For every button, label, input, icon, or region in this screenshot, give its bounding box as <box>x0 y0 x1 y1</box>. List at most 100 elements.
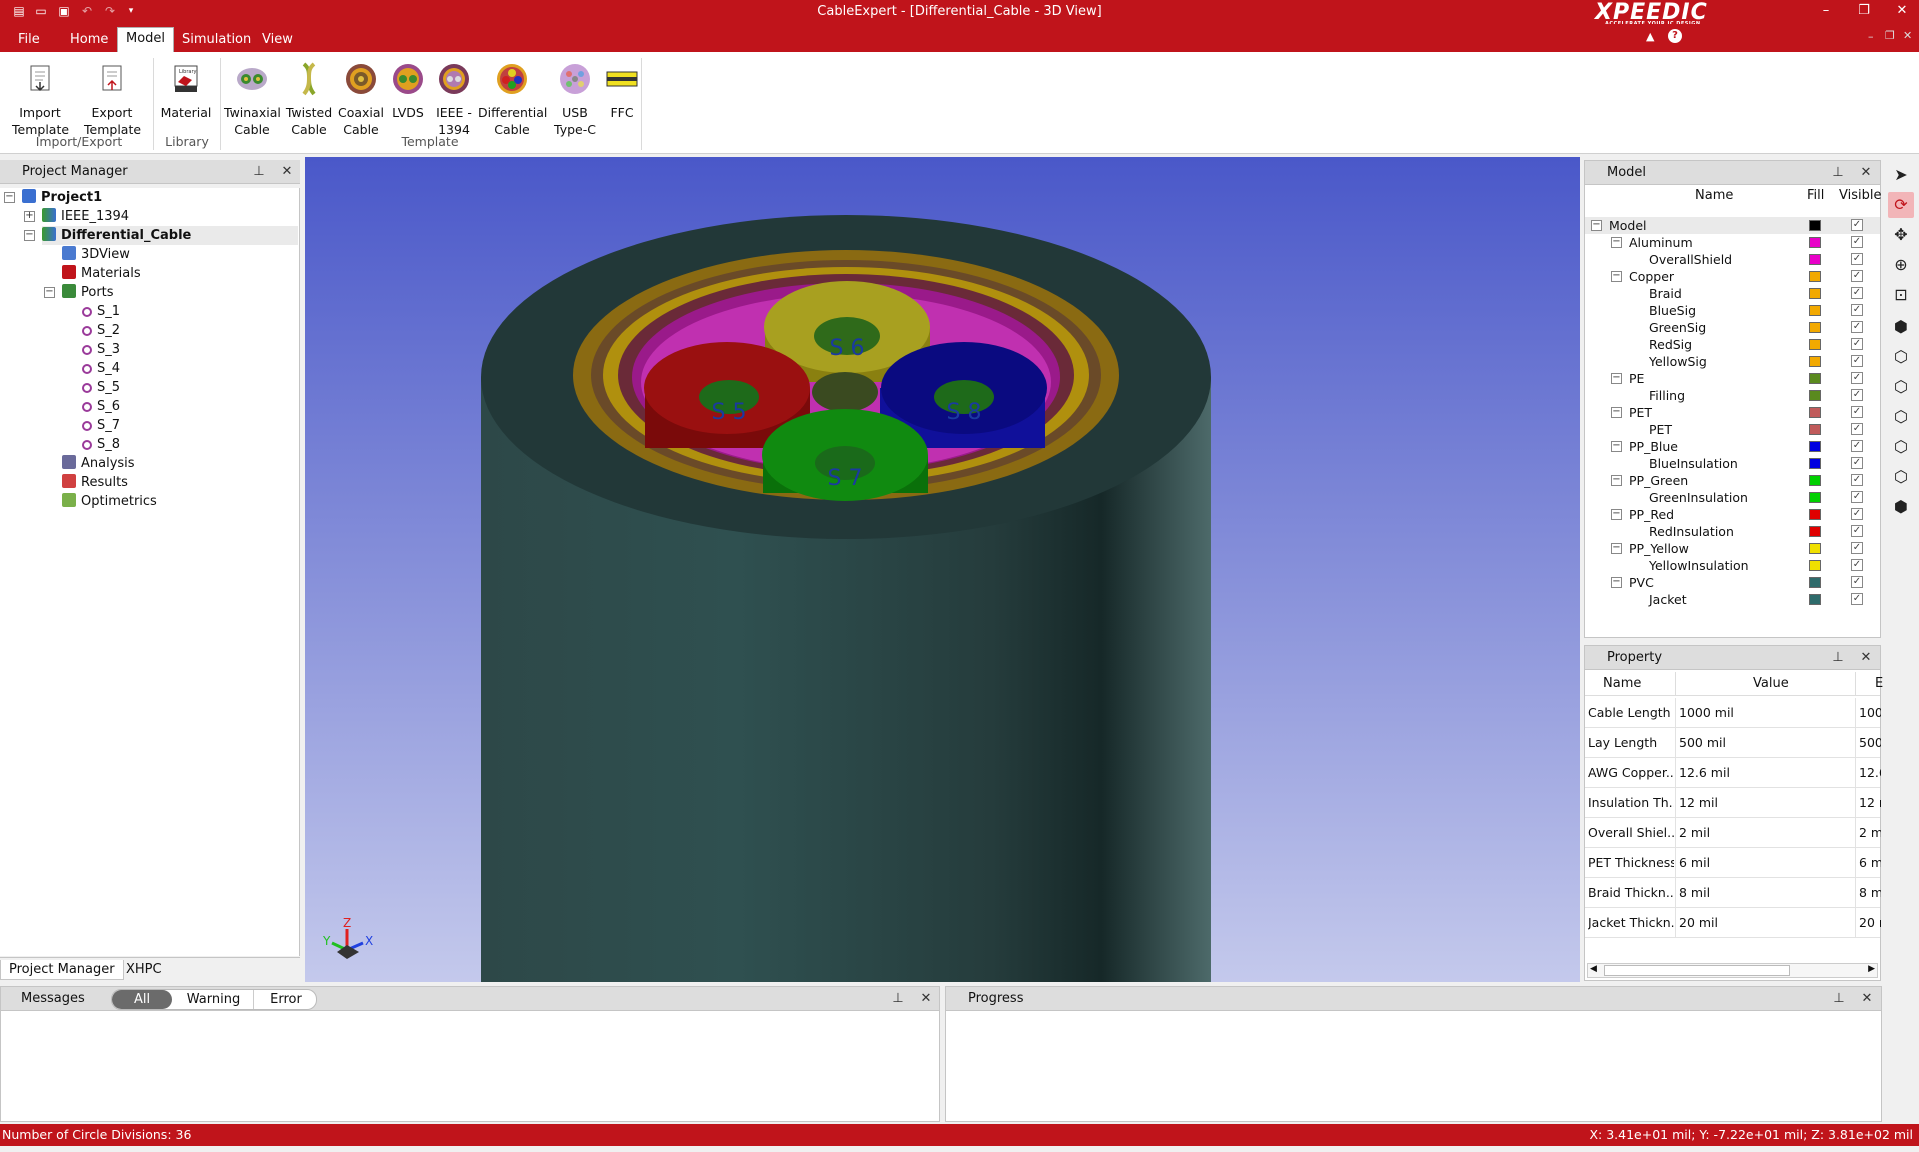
3d-viewport[interactable]: S 6 S 5 S 8 S 7 Z X Y <box>305 157 1580 982</box>
menu-home[interactable]: Home <box>62 29 116 50</box>
property-value[interactable]: 20 mil <box>1679 908 1849 938</box>
collapse-ribbon-icon[interactable]: ▲ <box>1646 30 1654 43</box>
menu-simulation[interactable]: Simulation <box>174 29 259 50</box>
tree-3dview[interactable]: 3DView <box>62 245 130 264</box>
view-bottom-icon[interactable]: ⬡ <box>1888 434 1914 460</box>
model-row[interactable]: OverallShield ✓ <box>1585 251 1880 268</box>
filter-error-button[interactable]: Error <box>256 990 316 1009</box>
collapse-icon[interactable]: − <box>1611 475 1622 486</box>
twisted-cable-button[interactable]: Twisted Cable <box>282 62 336 138</box>
property-row[interactable]: Overall Shiel... 2 mil 2 mi <box>1585 818 1881 848</box>
fill-swatch[interactable] <box>1809 424 1821 435</box>
fill-swatch[interactable] <box>1809 492 1821 503</box>
view-iso-icon[interactable]: ⬢ <box>1888 314 1914 340</box>
scroll-right-icon[interactable]: ▶ <box>1868 964 1875 974</box>
visible-checkbox[interactable]: ✓ <box>1851 593 1863 605</box>
tab-xhpc[interactable]: XHPC <box>118 960 170 980</box>
model-row[interactable]: Braid ✓ <box>1585 285 1880 302</box>
tree-port-s1[interactable]: S_1 <box>82 302 120 321</box>
collapse-icon[interactable]: − <box>1611 271 1622 282</box>
visible-checkbox[interactable]: ✓ <box>1851 372 1863 384</box>
collapse-icon[interactable]: − <box>1611 441 1622 452</box>
model-row[interactable]: − PE ✓ <box>1585 370 1880 387</box>
fill-swatch[interactable] <box>1809 577 1821 588</box>
minimize-button[interactable]: – <box>1811 1 1841 21</box>
property-value[interactable]: 12.6 mil <box>1679 758 1849 788</box>
visible-checkbox[interactable]: ✓ <box>1851 355 1863 367</box>
tree-optimetrics[interactable]: Optimetrics <box>62 492 157 511</box>
close-window-button[interactable]: ✕ <box>1887 1 1917 21</box>
fill-swatch[interactable] <box>1809 526 1821 537</box>
close-icon[interactable]: ✕ <box>278 160 296 184</box>
mdi-restore-icon[interactable]: ❐ <box>1885 29 1895 42</box>
ffc-button[interactable]: FFC <box>602 62 642 121</box>
tree-port-s3[interactable]: S_3 <box>82 340 120 359</box>
collapse-icon[interactable]: − <box>44 287 55 298</box>
tree-project1[interactable]: Project1 <box>22 188 102 207</box>
fill-swatch[interactable] <box>1809 305 1821 316</box>
pan-icon[interactable]: ✥ <box>1888 222 1914 248</box>
tree-ieee-1394[interactable]: IEEE_1394 <box>42 207 129 226</box>
model-row[interactable]: − PVC ✓ <box>1585 574 1880 591</box>
model-row[interactable]: GreenInsulation ✓ <box>1585 489 1880 506</box>
model-row[interactable]: BlueInsulation ✓ <box>1585 455 1880 472</box>
menu-model[interactable]: Model <box>117 27 175 52</box>
property-row[interactable]: Braid Thickn... 8 mil 8 mi <box>1585 878 1881 908</box>
visible-checkbox[interactable]: ✓ <box>1851 457 1863 469</box>
fill-swatch[interactable] <box>1809 322 1821 333</box>
model-row[interactable]: RedInsulation ✓ <box>1585 523 1880 540</box>
fill-swatch[interactable] <box>1809 356 1821 367</box>
collapse-icon[interactable]: − <box>1591 220 1602 231</box>
close-icon[interactable]: ✕ <box>1858 987 1876 1011</box>
visible-checkbox[interactable]: ✓ <box>1851 270 1863 282</box>
filter-all-button[interactable]: All <box>112 990 172 1009</box>
collapse-icon[interactable]: − <box>1611 543 1622 554</box>
fill-swatch[interactable] <box>1809 441 1821 452</box>
fill-swatch[interactable] <box>1809 560 1821 571</box>
fill-swatch[interactable] <box>1809 220 1821 231</box>
collapse-icon[interactable]: − <box>4 192 15 203</box>
filter-warning-button[interactable]: Warning <box>174 990 254 1009</box>
visible-checkbox[interactable]: ✓ <box>1851 474 1863 486</box>
fill-swatch[interactable] <box>1809 509 1821 520</box>
visible-checkbox[interactable]: ✓ <box>1851 406 1863 418</box>
collapse-icon[interactable]: − <box>1611 373 1622 384</box>
property-row[interactable]: Cable Length 1000 mil 1000 <box>1585 698 1881 728</box>
fill-swatch[interactable] <box>1809 475 1821 486</box>
fill-swatch[interactable] <box>1809 254 1821 265</box>
visible-checkbox[interactable]: ✓ <box>1851 304 1863 316</box>
fill-swatch[interactable] <box>1809 458 1821 469</box>
fill-swatch[interactable] <box>1809 288 1821 299</box>
property-row[interactable]: Insulation Th... 12 mil 12 n <box>1585 788 1881 818</box>
twinaxial-cable-button[interactable]: Twinaxial Cable <box>224 62 281 138</box>
model-row[interactable]: − PP_Blue ✓ <box>1585 438 1880 455</box>
model-row[interactable]: − PET ✓ <box>1585 404 1880 421</box>
lvds-button[interactable]: LVDS <box>386 62 430 121</box>
fill-swatch[interactable] <box>1809 339 1821 350</box>
visible-checkbox[interactable]: ✓ <box>1851 423 1863 435</box>
collapse-icon[interactable]: − <box>1611 577 1622 588</box>
rotate-icon[interactable]: ⟳ <box>1888 192 1914 218</box>
pin-icon[interactable]: ⊥ <box>250 160 268 184</box>
expand-icon[interactable]: + <box>24 211 35 222</box>
import-template-button[interactable]: Import Template <box>12 62 69 138</box>
tree-port-s8[interactable]: S_8 <box>82 435 120 454</box>
view-front-icon[interactable]: ⬡ <box>1888 344 1914 370</box>
visible-checkbox[interactable]: ✓ <box>1851 287 1863 299</box>
visible-checkbox[interactable]: ✓ <box>1851 219 1863 231</box>
coaxial-cable-button[interactable]: Coaxial Cable <box>334 62 388 138</box>
tree-port-s6[interactable]: S_6 <box>82 397 120 416</box>
help-icon[interactable]: ? <box>1668 29 1682 43</box>
ieee-1394-button[interactable]: IEEE - 1394 <box>432 62 476 138</box>
property-row[interactable]: Lay Length 500 mil 500 <box>1585 728 1881 758</box>
pin-icon[interactable]: ⊥ <box>1830 987 1848 1011</box>
tree-port-s4[interactable]: S_4 <box>82 359 120 378</box>
model-row[interactable]: Jacket ✓ <box>1585 591 1880 608</box>
model-row[interactable]: − PP_Yellow ✓ <box>1585 540 1880 557</box>
pin-icon[interactable]: ⊥ <box>1829 646 1847 670</box>
tab-project-manager[interactable]: Project Manager <box>0 960 124 980</box>
menu-view[interactable]: View <box>254 29 301 50</box>
visible-checkbox[interactable]: ✓ <box>1851 559 1863 571</box>
close-icon[interactable]: ✕ <box>917 987 935 1011</box>
tree-differential-cable[interactable]: Differential_Cable <box>42 226 298 245</box>
